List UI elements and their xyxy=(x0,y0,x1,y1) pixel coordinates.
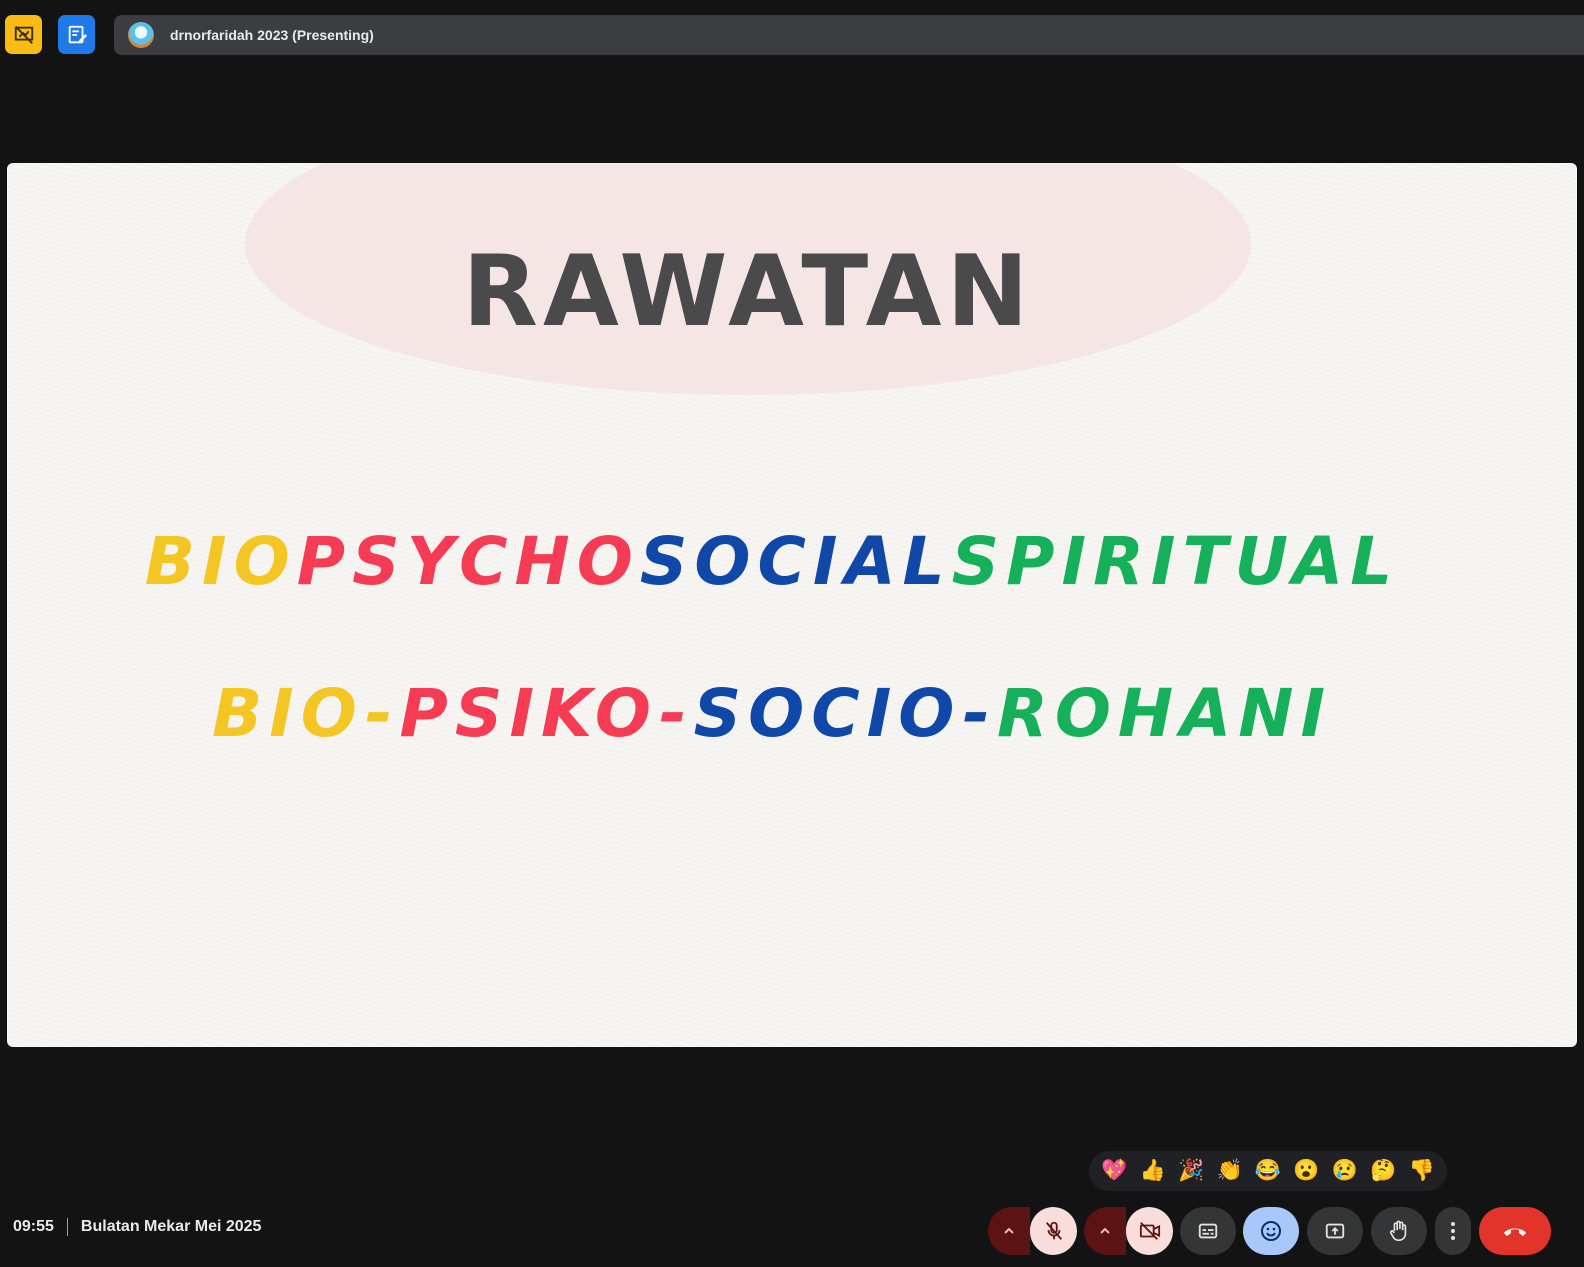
line1-psycho: PSYCHO xyxy=(296,523,640,600)
notes-button[interactable] xyxy=(58,15,95,54)
reaction-laugh[interactable]: 😂 xyxy=(1250,1159,1286,1183)
line2-socio: SOCIO- xyxy=(693,675,997,752)
camera-off-icon xyxy=(1139,1222,1160,1240)
camera-options-button[interactable] xyxy=(1084,1207,1126,1255)
mic-options-button[interactable] xyxy=(988,1207,1030,1255)
reaction-clap[interactable]: 👏 xyxy=(1212,1159,1248,1183)
chevron-up-icon xyxy=(1100,1227,1110,1234)
emoji-reactions-button[interactable] xyxy=(1243,1207,1299,1255)
camera-toggle-button[interactable] xyxy=(1126,1207,1173,1255)
slide-title: RAWATAN xyxy=(462,235,1034,349)
avatar xyxy=(128,22,154,48)
reaction-thumbs-down[interactable]: 👎 xyxy=(1404,1159,1440,1183)
slide-line-2: BIO-PSIKO-SOCIO-ROHANI xyxy=(7,675,1557,752)
presenter-name: drnorfaridah 2023 (Presenting) xyxy=(170,27,374,43)
mic-control-group xyxy=(988,1207,1077,1255)
reaction-surprised[interactable]: 😮 xyxy=(1288,1159,1324,1183)
reaction-heart[interactable]: 💖 xyxy=(1096,1159,1132,1183)
leave-call-button[interactable] xyxy=(1479,1207,1551,1255)
presenter-bar: drnorfaridah 2023 (Presenting) xyxy=(114,15,1584,55)
meeting-info: 09:55 Bulatan Mekar Mei 2025 xyxy=(13,1218,261,1236)
present-screen-button[interactable] xyxy=(1307,1207,1363,1255)
line2-bio: BIO- xyxy=(211,675,400,752)
presentation-off-icon xyxy=(14,25,33,44)
raise-hand-button[interactable] xyxy=(1371,1207,1427,1255)
smiley-icon xyxy=(1261,1221,1281,1241)
line1-social: SOCIAL xyxy=(639,523,952,600)
line2-rohani: ROHANI xyxy=(997,675,1333,752)
more-options-button[interactable] xyxy=(1435,1207,1471,1255)
camera-control-group xyxy=(1084,1207,1173,1255)
slide-line-1: BIOPSYCHOSOCIALSPIRITUAL xyxy=(7,523,1557,600)
chevron-up-icon xyxy=(1004,1227,1014,1234)
reaction-party[interactable]: 🎉 xyxy=(1173,1159,1209,1183)
reaction-sad[interactable]: 😢 xyxy=(1327,1159,1363,1183)
mic-off-icon xyxy=(1045,1221,1062,1240)
line2-psiko: PSIKO- xyxy=(399,675,694,752)
line1-bio: BIO xyxy=(144,523,297,600)
reaction-thumbs-up[interactable]: 👍 xyxy=(1135,1159,1171,1183)
notes-edit-icon xyxy=(68,25,87,43)
meeting-title: Bulatan Mekar Mei 2025 xyxy=(80,1218,262,1235)
captions-button[interactable] xyxy=(1180,1207,1236,1255)
clock-time: 09:55 xyxy=(13,1218,54,1235)
divider xyxy=(66,1218,68,1236)
more-vert-icon xyxy=(1451,1222,1455,1240)
hide-presentation-button[interactable] xyxy=(5,15,42,54)
hang-up-icon xyxy=(1504,1228,1526,1236)
captions-icon xyxy=(1198,1223,1218,1239)
reaction-bar: 💖 👍 🎉 👏 😂 😮 😢 🤔 👎 xyxy=(1089,1151,1447,1191)
present-screen-icon xyxy=(1325,1223,1345,1239)
presentation-slide: RAWATAN BIOPSYCHOSOCIALSPIRITUAL BIO-PSI… xyxy=(7,163,1577,1047)
raise-hand-icon xyxy=(1389,1220,1407,1241)
mic-toggle-button[interactable] xyxy=(1030,1207,1077,1255)
reaction-thinking[interactable]: 🤔 xyxy=(1365,1159,1401,1183)
line1-spiritual: SPIRITUAL xyxy=(951,523,1400,600)
